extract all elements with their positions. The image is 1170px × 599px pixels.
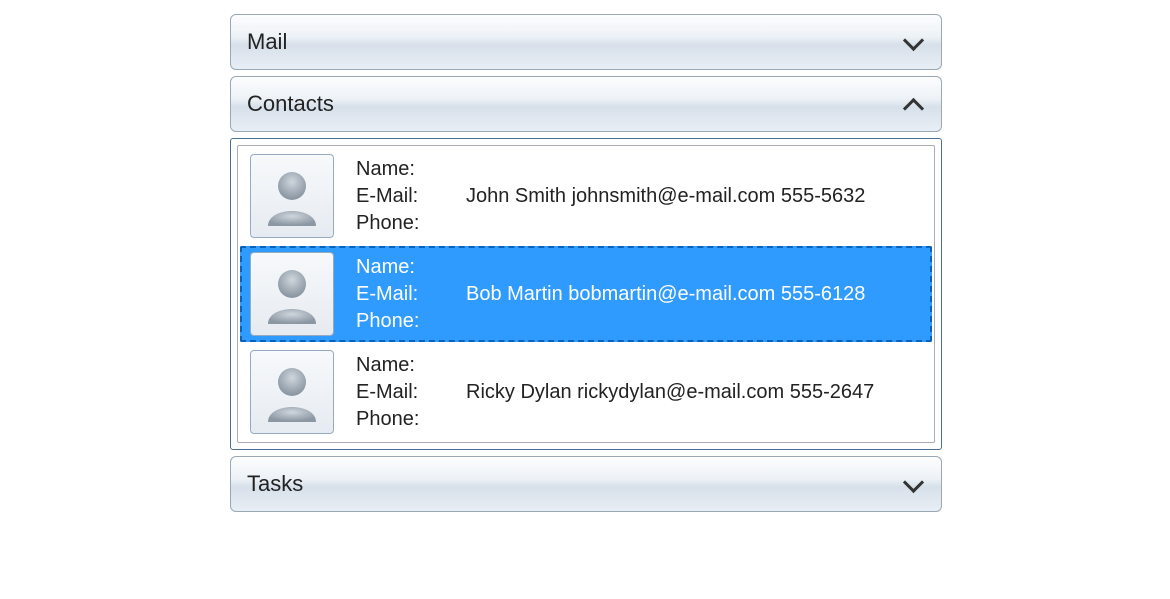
label-email: E-Mail: [356,183,466,210]
contact-values: Ricky Dylan rickydylan@e-mail.com 555-26… [466,379,922,406]
contacts-list: Name: E-Mail: Phone: John Smith johnsmit… [237,145,935,443]
accordion-header-tasks[interactable]: Tasks [230,456,942,512]
contact-row[interactable]: Name: E-Mail: Phone: John Smith johnsmit… [240,148,932,244]
avatar-icon [250,350,334,434]
contact-values: John Smith johnsmith@e-mail.com 555-5632 [466,183,922,210]
accordion-content-contacts: Name: E-Mail: Phone: John Smith johnsmit… [230,138,942,450]
label-phone: Phone: [356,406,466,433]
chevron-down-icon [903,31,925,53]
contact-field-labels: Name: E-Mail: Phone: [356,254,466,335]
accordion-panel: Mail Contacts Name: E-Mail: Phone: John … [230,14,942,518]
accordion-title-contacts: Contacts [247,91,334,117]
label-name: Name: [356,254,466,281]
label-email: E-Mail: [356,281,466,308]
label-phone: Phone: [356,308,466,335]
contact-field-labels: Name: E-Mail: Phone: [356,156,466,237]
accordion-header-contacts[interactable]: Contacts [230,76,942,132]
label-name: Name: [356,352,466,379]
contact-field-labels: Name: E-Mail: Phone: [356,352,466,433]
label-phone: Phone: [356,210,466,237]
label-email: E-Mail: [356,379,466,406]
chevron-down-icon [903,473,925,495]
accordion-title-mail: Mail [247,29,287,55]
accordion-title-tasks: Tasks [247,471,303,497]
accordion-header-mail[interactable]: Mail [230,14,942,70]
chevron-up-icon [903,93,925,115]
contact-row[interactable]: Name: E-Mail: Phone: Bob Martin bobmarti… [240,246,932,342]
contact-values: Bob Martin bobmartin@e-mail.com 555-6128 [466,281,922,308]
avatar-icon [250,252,334,336]
avatar-icon [250,154,334,238]
label-name: Name: [356,156,466,183]
contact-row[interactable]: Name: E-Mail: Phone: Ricky Dylan rickydy… [240,344,932,440]
